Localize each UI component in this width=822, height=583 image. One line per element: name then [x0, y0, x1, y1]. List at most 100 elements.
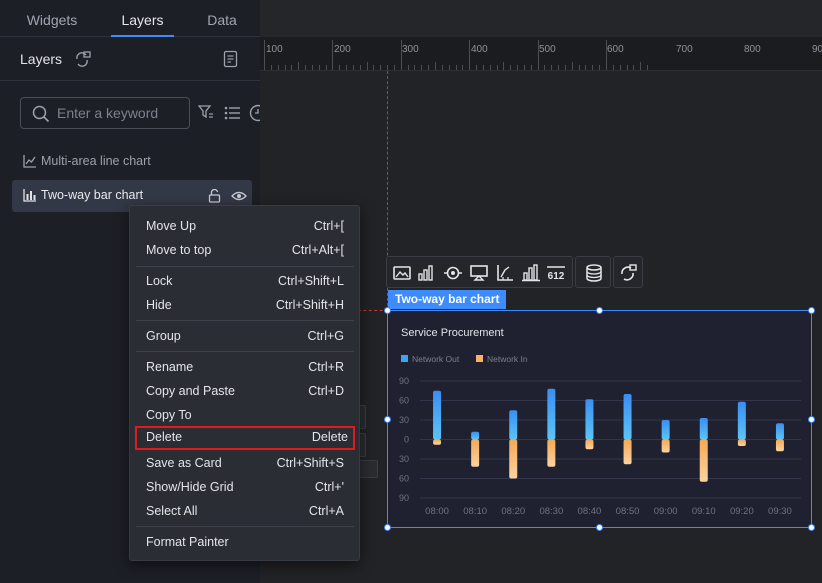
chart-svg: Service Procurement Network Out Network In… — [399, 327, 801, 517]
bar-network-in — [585, 439, 594, 450]
document-icon[interactable] — [222, 50, 240, 68]
bar-network-in — [775, 439, 784, 452]
horizontal-ruler[interactable]: 100 200 300 400 500 600 700 800 90 — [260, 37, 822, 71]
number-icon[interactable]: 612 — [546, 263, 566, 283]
x-tick-label: 08:00 — [425, 506, 449, 517]
axis-icon[interactable] — [495, 263, 515, 283]
ruler-label: 400 — [471, 44, 488, 55]
y-tick-label: 90 — [399, 376, 409, 386]
ruler-tick — [462, 65, 464, 70]
resize-handle-s[interactable] — [596, 524, 603, 531]
legend-swatch-network-out — [401, 355, 408, 362]
menu-item-copy-to[interactable]: Copy To — [135, 404, 355, 426]
list-icon[interactable] — [224, 106, 241, 120]
bar-network-in — [433, 439, 442, 445]
resize-handle-se[interactable] — [808, 524, 815, 531]
target-icon[interactable] — [443, 263, 463, 283]
menu-item-group[interactable]: Group Ctrl+G — [135, 325, 355, 347]
menu-item-move-to-top[interactable]: Move to top Ctrl+Alt+[ — [135, 239, 355, 261]
bar-network-in — [471, 439, 480, 467]
bar-network-in — [699, 439, 708, 482]
two-way-bar-chart-widget[interactable]: Service Procurement Network Out Network In… — [387, 310, 812, 528]
tab-layers[interactable]: Layers — [111, 0, 174, 37]
layer-label: Two-way bar chart — [41, 188, 144, 202]
ruler-tick — [496, 65, 498, 70]
resize-handle-nw[interactable] — [384, 307, 391, 314]
ruler-tick — [428, 65, 430, 70]
ruler-tick — [482, 65, 484, 70]
ruler-tick — [400, 40, 402, 70]
legend-label-network-out: Network Out — [412, 354, 460, 364]
menu-item-shortcut: Ctrl+R — [308, 360, 344, 374]
image-icon[interactable] — [392, 263, 412, 283]
resize-handle-n[interactable] — [596, 307, 603, 314]
menu-item-delete[interactable]: Delete Delete — [135, 426, 355, 450]
menu-item-copy-and-paste[interactable]: Copy and Paste Ctrl+D — [135, 380, 355, 402]
bar-chart-icon — [23, 189, 36, 202]
filter-icon[interactable] — [198, 105, 214, 120]
context-menu: Move Up Ctrl+[ Move to top Ctrl+Alt+[ Lo… — [129, 205, 360, 561]
eye-icon[interactable] — [231, 190, 247, 202]
menu-item-label: Group — [146, 329, 181, 343]
monitor-icon[interactable] — [469, 263, 489, 283]
menu-separator — [136, 320, 354, 321]
ruler-label: 500 — [539, 44, 556, 55]
menu-item-shortcut: Ctrl+D — [308, 384, 344, 398]
interaction-icon[interactable] — [618, 263, 638, 283]
ruler-tick — [469, 40, 471, 70]
search-input[interactable] — [57, 98, 187, 128]
menu-item-rename[interactable]: Rename Ctrl+R — [135, 356, 355, 378]
ruler-tick — [325, 65, 327, 70]
ruler-tick — [558, 65, 560, 70]
menu-item-format-painter[interactable]: Format Painter — [135, 531, 355, 553]
menu-item-select-all[interactable]: Select All Ctrl+A — [135, 500, 355, 522]
column-chart-icon[interactable] — [521, 263, 541, 283]
ruler-tick — [387, 65, 389, 70]
layer-item-multi-area-line-chart[interactable]: Multi-area line chart — [12, 146, 252, 178]
bar-network-in — [547, 439, 556, 467]
x-tick-label: 09:30 — [768, 506, 792, 517]
ruler-tick — [332, 40, 334, 70]
ruler-tick — [352, 65, 354, 70]
bar-network-out — [585, 399, 594, 440]
resize-handle-e[interactable] — [808, 416, 815, 423]
menu-item-label: Copy To — [146, 408, 192, 422]
ruler-tick — [537, 40, 539, 70]
ruler-tick — [564, 65, 566, 70]
menu-item-shortcut: Ctrl+Shift+L — [277, 274, 344, 288]
menu-item-save-as-card[interactable]: Save as Card Ctrl+Shift+S — [135, 452, 355, 474]
tab-widgets[interactable]: Widgets — [8, 0, 96, 37]
database-icon[interactable] — [584, 263, 604, 283]
search-box[interactable] — [20, 97, 190, 129]
menu-item-shortcut: Ctrl+G — [307, 329, 344, 343]
unlock-icon[interactable] — [208, 189, 221, 203]
menu-item-shortcut: Ctrl+Alt+[ — [291, 243, 344, 257]
resize-handle-sw[interactable] — [384, 524, 391, 531]
chart-title: Service Procurement — [401, 327, 504, 339]
resize-handle-ne[interactable] — [808, 307, 815, 314]
ruler-tick — [612, 65, 614, 70]
ruler-tick — [373, 65, 375, 70]
resize-handle-w[interactable] — [384, 416, 391, 423]
bar-chart-icon[interactable] — [417, 263, 437, 283]
menu-item-move-up[interactable]: Move Up Ctrl+[ — [135, 215, 355, 237]
ruler-tick — [380, 65, 382, 70]
ruler-label: 90 — [812, 44, 822, 55]
menu-separator — [136, 351, 354, 352]
refresh-layers-icon[interactable] — [74, 51, 92, 68]
tab-data[interactable]: Data — [188, 0, 256, 37]
search-icon — [32, 105, 50, 123]
menu-item-label: Rename — [146, 360, 194, 374]
menu-item-show-hide-grid[interactable]: Show/Hide Grid Ctrl+' — [135, 476, 355, 498]
ruler-label: 700 — [676, 44, 693, 55]
menu-item-hide[interactable]: Hide Ctrl+Shift+H — [135, 294, 355, 316]
ruler-label: 200 — [334, 44, 351, 55]
ruler-tick — [448, 65, 450, 70]
bar-network-in — [661, 439, 670, 453]
menu-item-lock[interactable]: Lock Ctrl+Shift+L — [135, 270, 355, 292]
ruler-tick — [640, 62, 642, 70]
clock-icon[interactable] — [249, 104, 260, 122]
bar-network-in — [737, 439, 746, 446]
ruler-tick — [571, 62, 573, 70]
ruler-tick — [291, 65, 293, 70]
